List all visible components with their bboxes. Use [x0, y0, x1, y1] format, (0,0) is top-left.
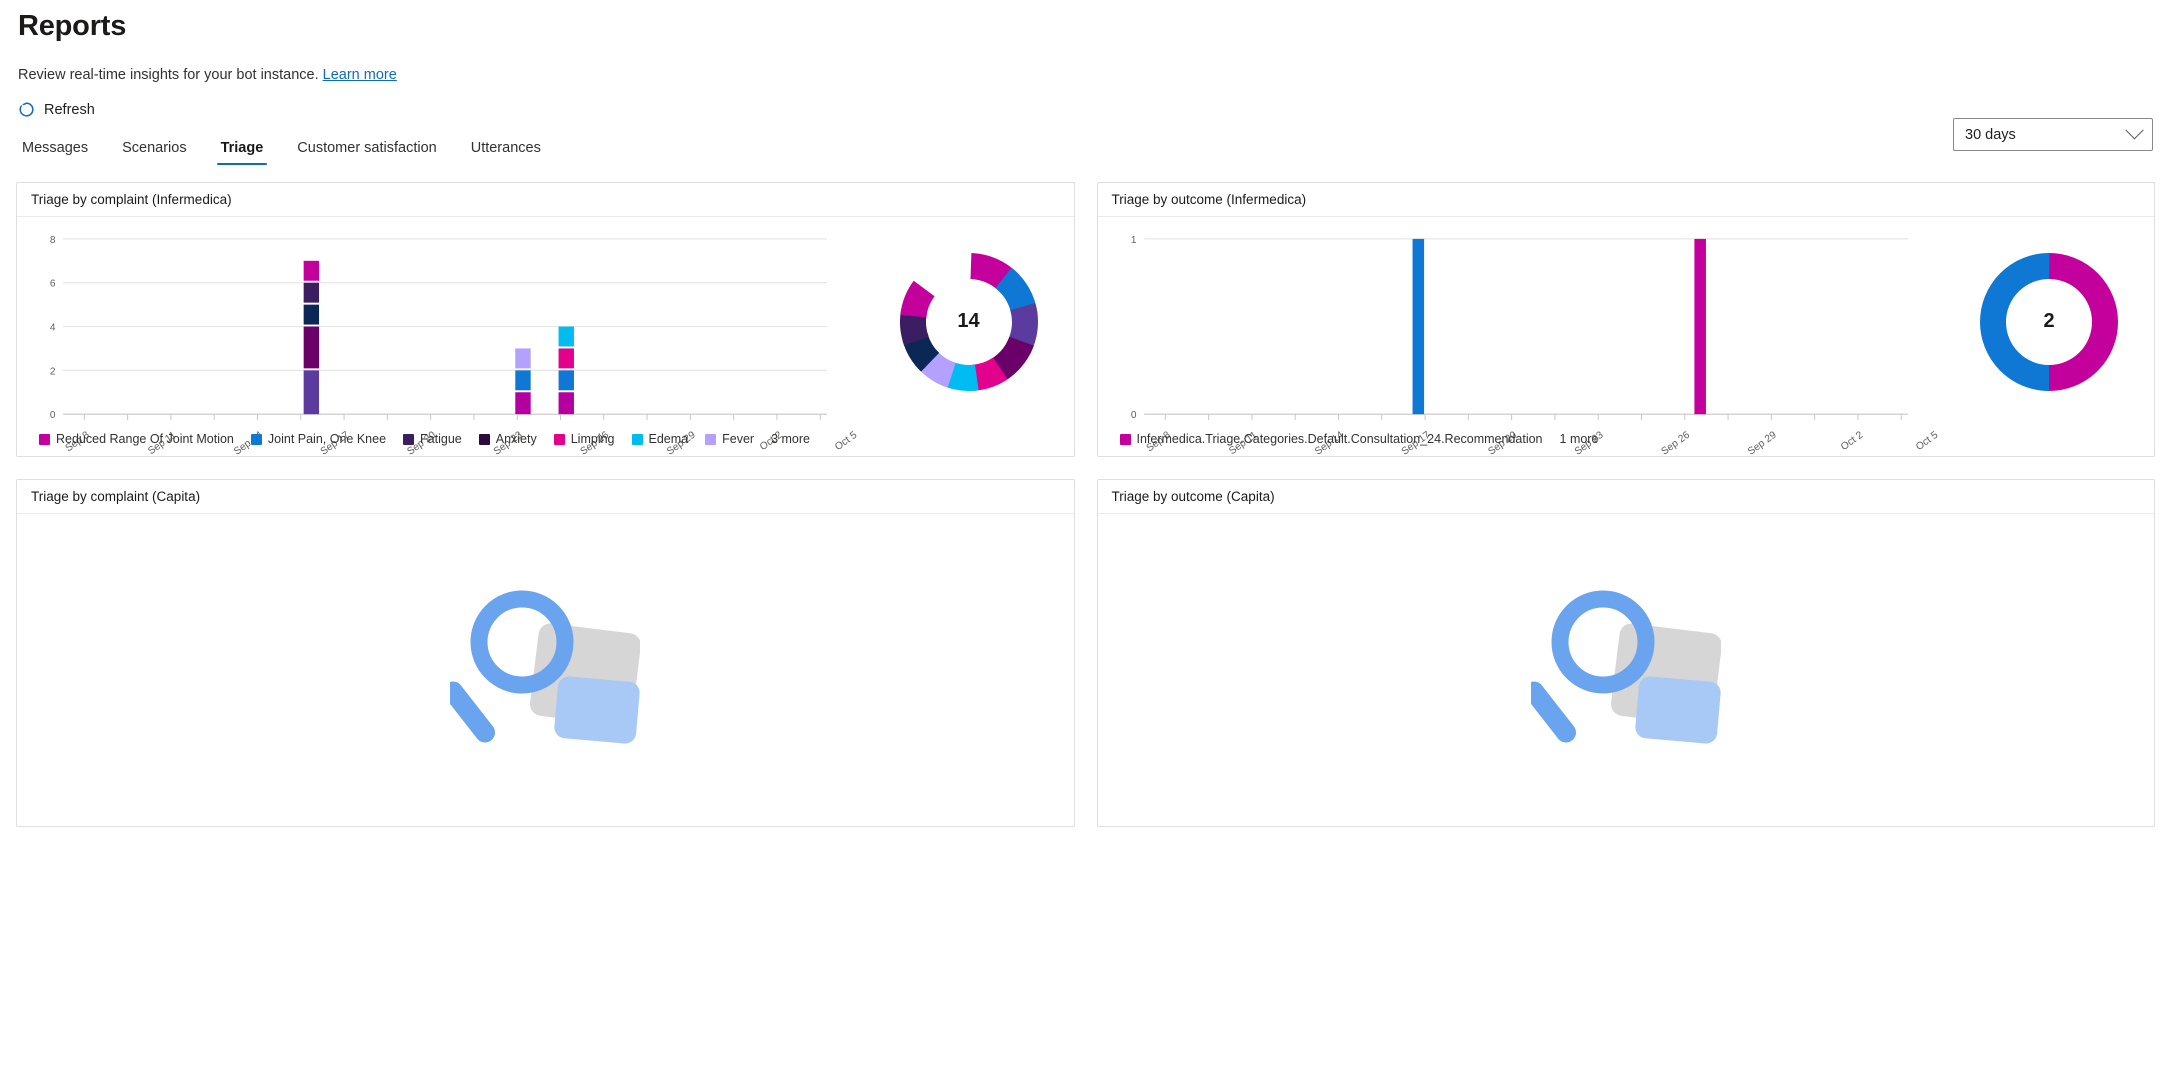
bar-stack-sep-28 [1693, 238, 1706, 415]
donut-slot: 2 [1944, 217, 2154, 456]
legend-swatch-icon [705, 433, 717, 445]
card-triage-by-complaint-infermedica: Triage by complaint (Infermedica) 8 6 4 … [16, 182, 1075, 457]
donut-chart-outcome-infermedica: 2 [1975, 248, 2123, 396]
card-triage-by-outcome-infermedica: Triage by outcome (Infermedica) 1 0 Sep … [1096, 182, 2155, 457]
report-tabs: Messages Scenarios Triage Customer satis… [18, 140, 2155, 176]
bar-chart-svg: 1 0 Sep 8 Sep 11 Sep 14 Sep 17 Sep 20 Se… [1130, 235, 1940, 456]
tab-utterances[interactable]: Utterances [467, 140, 545, 165]
tab-scenarios[interactable]: Scenarios [118, 140, 190, 165]
chart-legend: Reduced Range Of Joint Motion Joint Pain… [39, 432, 810, 446]
legend-swatch-icon [250, 433, 262, 445]
legend-label: Anxiety [495, 432, 537, 446]
svg-text:Oct 5: Oct 5 [833, 429, 859, 453]
card-title: Triage by outcome (Capita) [1097, 480, 2154, 514]
legend-overflow-button[interactable]: 1 more [1560, 432, 1599, 446]
empty-state [1098, 514, 2155, 826]
legend-swatch-icon [478, 433, 490, 445]
svg-text:0: 0 [1130, 410, 1136, 421]
legend-swatch-icon [631, 433, 643, 445]
magnifier-empty-illustration-icon [443, 580, 642, 760]
svg-text:Sep 29: Sep 29 [1746, 429, 1779, 456]
legend-swatch-icon [553, 433, 565, 445]
legend-overflow-button[interactable]: 3 more [771, 432, 810, 446]
bar-stack-sep-18 [1412, 238, 1424, 415]
reports-page: Reports Review real-time insights for yo… [0, 10, 2171, 1076]
donut-total: 14 [957, 310, 980, 332]
chevron-down-icon [2125, 121, 2144, 140]
bar-chart-svg: 8 6 4 2 0 Sep 8 Sep 11 Sep 14 Sep 17 Sep… [50, 235, 860, 456]
svg-text:1: 1 [1130, 235, 1136, 246]
legend-item[interactable]: Joint Pain, One Knee [250, 432, 387, 446]
svg-text:4: 4 [50, 322, 56, 333]
legend-item[interactable]: Edema [631, 432, 689, 446]
card-triage-by-outcome-capita: Triage by outcome (Capita) [1096, 479, 2155, 827]
magnifier-empty-illustration-icon [1523, 580, 1722, 760]
legend-label: Limping [570, 432, 615, 446]
refresh-button[interactable]: Refresh [18, 101, 95, 118]
legend-swatch-icon [1119, 433, 1131, 445]
learn-more-link[interactable]: Learn more [323, 67, 397, 83]
legend-label: Fatigue [420, 432, 462, 446]
reports-grid: Triage by complaint (Infermedica) 8 6 4 … [16, 182, 2155, 827]
svg-text:2: 2 [50, 366, 56, 377]
refresh-label: Refresh [44, 101, 95, 118]
card-title: Triage by complaint (Infermedica) [17, 183, 1074, 217]
legend-label: Edema [648, 432, 689, 446]
donut-slot: 14 [864, 217, 1074, 456]
legend-label: Fever [722, 432, 755, 446]
subtitle-text: Review real-time insights for your bot i… [18, 67, 319, 83]
legend-item[interactable]: Infermedica.Triage.Categories.Default.Co… [1119, 432, 1543, 446]
empty-state [17, 514, 1074, 826]
bar-stack-sep-27 [515, 348, 531, 415]
legend-item[interactable]: Fatigue [403, 432, 462, 446]
legend-label: Reduced Range Of Joint Motion [56, 432, 234, 446]
donut-chart-complaint-infermedica: 14 [895, 248, 1043, 396]
time-range-value: 30 days [1965, 126, 2016, 143]
svg-text:6: 6 [50, 279, 56, 290]
legend-label: Joint Pain, One Knee [267, 432, 387, 446]
legend-label: Infermedica.Triage.Categories.Default.Co… [1136, 432, 1543, 446]
legend-item[interactable]: Reduced Range Of Joint Motion [39, 432, 234, 446]
tab-customer-satisfaction[interactable]: Customer satisfaction [293, 140, 440, 165]
bar-stack-sep-29 [558, 326, 574, 415]
legend-swatch-icon [403, 433, 415, 445]
svg-text:Oct 5: Oct 5 [1914, 429, 1940, 453]
time-range-select[interactable]: 30 days [1953, 118, 2153, 151]
chart-triage-by-complaint-infermedica: 8 6 4 2 0 Sep 8 Sep 11 Sep 14 Sep 17 Sep… [17, 217, 1074, 456]
svg-text:8: 8 [50, 235, 56, 246]
plot-area: 1 0 Sep 8 Sep 11 Sep 14 Sep 17 Sep 20 Se… [1098, 217, 1945, 456]
legend-item[interactable]: Anxiety [478, 432, 537, 446]
card-title: Triage by complaint (Capita) [17, 480, 1074, 514]
chart-legend: Infermedica.Triage.Categories.Default.Co… [1119, 432, 1599, 446]
legend-swatch-icon [39, 433, 50, 445]
page-subtitle: Review real-time insights for your bot i… [18, 67, 2155, 83]
tab-messages[interactable]: Messages [18, 140, 92, 165]
tab-triage[interactable]: Triage [216, 140, 268, 165]
svg-text:Oct 2: Oct 2 [1839, 429, 1865, 453]
svg-text:Sep 26: Sep 26 [1659, 429, 1692, 456]
page-title: Reports [18, 10, 127, 42]
bar-stack-sep-18 [303, 260, 320, 415]
refresh-icon [18, 101, 35, 118]
svg-text:0: 0 [50, 410, 56, 421]
legend-item[interactable]: Fever [705, 432, 754, 446]
card-title: Triage by outcome (Infermedica) [1097, 183, 2154, 217]
donut-total: 2 [2043, 310, 2055, 332]
plot-area: 8 6 4 2 0 Sep 8 Sep 11 Sep 14 Sep 17 Sep… [17, 217, 864, 456]
legend-item[interactable]: Limping [553, 432, 615, 446]
chart-triage-by-outcome-infermedica: 1 0 Sep 8 Sep 11 Sep 14 Sep 17 Sep 20 Se… [1098, 217, 2155, 456]
card-triage-by-complaint-capita: Triage by complaint (Capita) [16, 479, 1075, 827]
